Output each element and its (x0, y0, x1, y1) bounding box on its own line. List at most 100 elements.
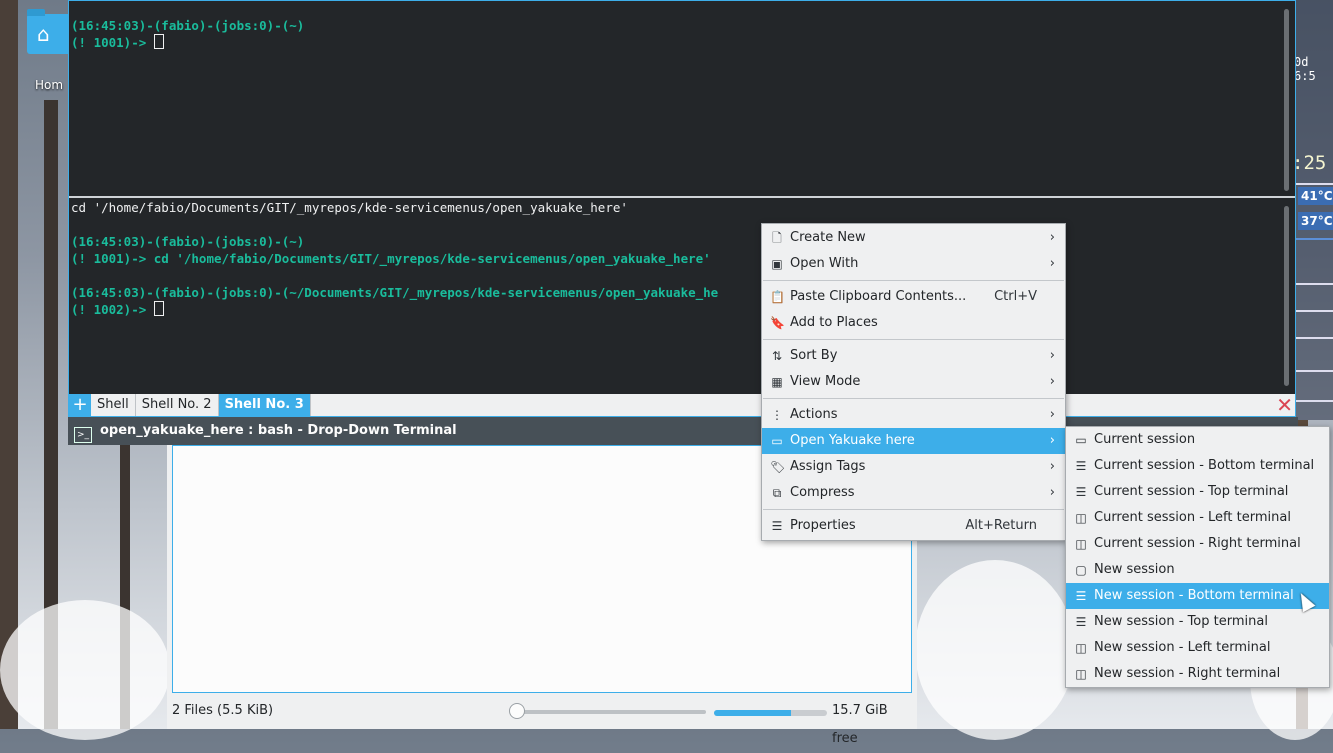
submenu-item-current-session-bottom-terminal[interactable]: ☰ Current session - Bottom terminal (1066, 453, 1329, 479)
menu-compress[interactable]: ⧉ Compress › (762, 480, 1065, 506)
submenu-item-label: New session - Bottom terminal (1094, 588, 1294, 603)
chevron-right-icon: › (1049, 433, 1055, 448)
sort-icon: ⇅ (771, 349, 783, 363)
prompt-line: (16:45:03)-(fabio)-(jobs:0)-(~) (71, 18, 305, 33)
chevron-right-icon: › (1049, 230, 1055, 245)
split-left-icon: ◫ (1075, 511, 1087, 525)
prompt-line: (! 1001)-> (71, 35, 154, 50)
free-space-fill (714, 710, 791, 716)
temp-widget-1: 41°C (1298, 187, 1333, 205)
submenu-item-new-session-right-terminal[interactable]: ◫ New session - Right terminal (1066, 661, 1329, 687)
chevron-right-icon: › (1049, 256, 1055, 271)
zoom-slider-handle[interactable] (509, 703, 525, 719)
tag-icon: 🏷 (770, 460, 786, 474)
submenu-item-label: Current session - Right terminal (1094, 536, 1301, 551)
yakuake-terminal-window[interactable]: (16:45:03)-(fabio)-(jobs:0)-(~) (! 1001)… (68, 0, 1296, 417)
submenu-item-label: Current session - Bottom terminal (1094, 458, 1315, 473)
properties-shortcut: Alt+Return (965, 518, 1037, 533)
menu-open-yakuake-here[interactable]: ▭ Open Yakuake here › (762, 428, 1065, 454)
split-bottom-icon: ☰ (1075, 459, 1087, 473)
submenu-item-new-session-top-terminal[interactable]: ☰ New session - Top terminal (1066, 609, 1329, 635)
submenu-item-label: Current session - Top terminal (1094, 484, 1289, 499)
tab-shell-3[interactable]: Shell No. 3 (218, 394, 311, 416)
submenu-item-label: New session - Right terminal (1094, 666, 1281, 681)
bookmark-icon: 🔖 (770, 316, 785, 330)
home-folder-icon: ⌂ (27, 9, 71, 54)
terminal-pane-top[interactable]: (16:45:03)-(fabio)-(jobs:0)-(~) (! 1001)… (69, 17, 1283, 193)
menu-sort-by[interactable]: ⇅ Sort By › (762, 343, 1065, 369)
menu-properties[interactable]: ☰ Properties Alt+Return (762, 513, 1065, 539)
new-tab-button[interactable]: + (69, 394, 91, 416)
free-space-label: 15.7 GiB free (832, 703, 888, 746)
scrollbar-bottom[interactable] (1284, 206, 1289, 386)
home-folder-label: Hom (34, 78, 64, 92)
submenu-item-current-session-left-terminal[interactable]: ◫ Current session - Left terminal (1066, 505, 1329, 531)
close-tab-icon[interactable]: ✕ (1276, 395, 1293, 415)
split-top-icon: ☰ (1075, 485, 1087, 499)
uptime-widget: 0d 6:5 (1296, 55, 1316, 83)
prompt-line: (! 1002)-> (71, 302, 154, 317)
submenu-item-new-session[interactable]: ▢ New session (1066, 557, 1329, 583)
chevron-right-icon: › (1049, 407, 1055, 422)
submenu-item-label: New session (1094, 562, 1175, 577)
window-title: open_yakuake_here : bash - Drop-Down Ter… (100, 423, 457, 438)
prompt-line: (16:45:03)-(fabio)-(jobs:0)-(~/Documents… (71, 285, 719, 300)
new-session-icon: ▢ (1075, 563, 1087, 577)
menu-assign-tags[interactable]: 🏷 Assign Tags › (762, 454, 1065, 480)
split-bottom-icon: ☰ (1075, 589, 1087, 603)
menu-add-to-places[interactable]: 🔖 Add to Places (762, 310, 1065, 336)
split-top-icon: ☰ (1075, 615, 1087, 629)
chevron-right-icon: › (1049, 374, 1055, 389)
chevron-right-icon: › (1049, 348, 1055, 363)
submenu-item-new-session-left-terminal[interactable]: ◫ New session - Left terminal (1066, 635, 1329, 661)
view-mode-icon: ▦ (771, 375, 783, 389)
menu-open-with[interactable]: ▣ Open With › (762, 251, 1065, 277)
menu-paste[interactable]: 📋 Paste Clipboard Contents... Ctrl+V (762, 284, 1065, 310)
menu-separator (763, 509, 1064, 510)
split-right-icon: ◫ (1075, 667, 1087, 681)
paste-icon: 📋 (770, 290, 785, 304)
open-with-icon: ▣ (771, 257, 783, 271)
terminal-icon: ▭ (1075, 433, 1087, 447)
terminal-icon: ▭ (771, 434, 783, 448)
terminal-tab-bar: + Shell Shell No. 2 Shell No. 3 ✕ (69, 394, 1295, 416)
free-space-bar (714, 710, 827, 716)
pane-divider[interactable] (69, 196, 1295, 198)
terminal-icon: >_ (74, 427, 92, 443)
file-count-label: 2 Files (5.5 KiB) (172, 703, 274, 718)
desktop-home-folder[interactable]: ⌂ Hom (24, 9, 74, 92)
split-right-icon: ◫ (1075, 537, 1087, 551)
status-bar: 2 Files (5.5 KiB) 15.7 GiB free (167, 697, 917, 746)
chevron-right-icon: › (1049, 485, 1055, 500)
submenu-item-label: Current session - Left terminal (1094, 510, 1291, 525)
archive-icon: ⧉ (772, 486, 782, 500)
command-line: cd '/home/fabio/Documents/GIT/_myrepos/k… (71, 200, 628, 215)
paste-shortcut: Ctrl+V (994, 289, 1037, 304)
submenu-item-current-session[interactable]: ▭ Current session (1066, 427, 1329, 453)
menu-create-new[interactable]: 🗋 Create New › (762, 225, 1065, 251)
menu-actions[interactable]: ⋮ Actions › (762, 402, 1065, 428)
tab-shell[interactable]: Shell (91, 394, 136, 416)
text-cursor (153, 301, 164, 316)
terminal-pane-bottom[interactable]: cd '/home/fabio/Documents/GIT/_myrepos/k… (69, 199, 1283, 391)
scrollbar-top[interactable] (1284, 9, 1289, 191)
yakuake-submenu: ▭ Current session ☰ Current session - Botto… (1065, 426, 1330, 688)
submenu-item-label: Current session (1094, 432, 1196, 447)
zoom-slider-track[interactable] (511, 710, 706, 714)
clock-widget: :25 (1296, 152, 1327, 174)
split-left-icon: ◫ (1075, 641, 1087, 655)
submenu-item-label: New session - Left terminal (1094, 640, 1271, 655)
prompt-line: (16:45:03)-(fabio)-(jobs:0)-(~) (71, 234, 305, 249)
chevron-right-icon: › (1049, 459, 1055, 474)
menu-separator (763, 339, 1064, 340)
menu-separator (763, 398, 1064, 399)
submenu-item-current-session-top-terminal[interactable]: ☰ Current session - Top terminal (1066, 479, 1329, 505)
more-vertical-icon: ⋮ (771, 408, 783, 422)
prompt-line: (! 1001)-> cd '/home/fabio/Documents/GIT… (71, 251, 711, 266)
tab-shell-2[interactable]: Shell No. 2 (136, 394, 219, 416)
submenu-item-new-session-bottom-terminal[interactable]: ☰ New session - Bottom terminal (1066, 583, 1329, 609)
temp-widget-2: 37°C (1298, 212, 1333, 230)
submenu-item-current-session-right-terminal[interactable]: ◫ Current session - Right terminal (1066, 531, 1329, 557)
properties-icon: ☰ (771, 519, 783, 533)
menu-view-mode[interactable]: ▦ View Mode › (762, 369, 1065, 395)
